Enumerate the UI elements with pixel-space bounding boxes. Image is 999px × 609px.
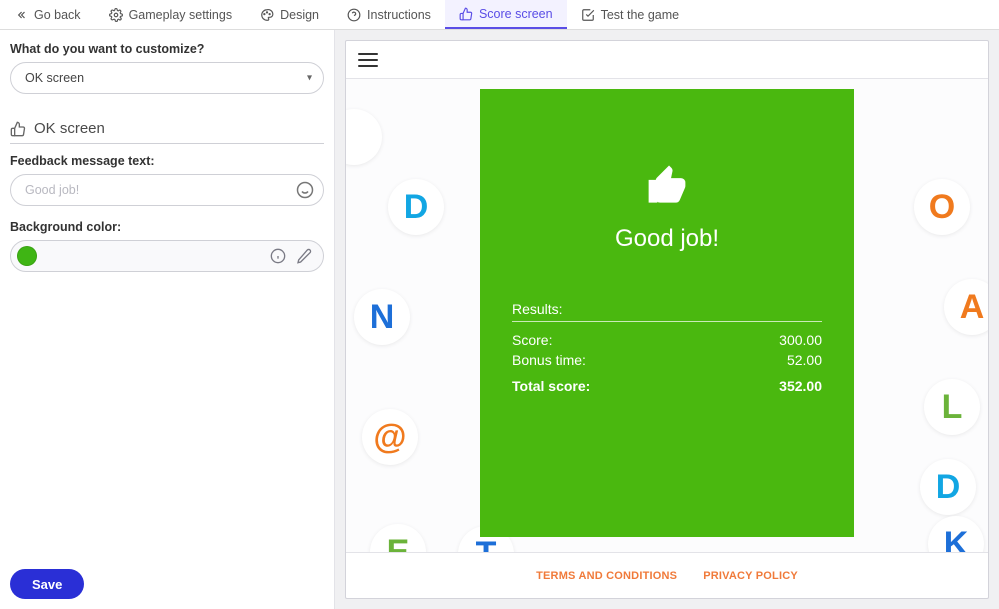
privacy-link[interactable]: PRIVACY POLICY	[703, 570, 798, 582]
tab-label: Go back	[34, 8, 81, 22]
tab-gameplay-settings[interactable]: Gameplay settings	[95, 0, 247, 29]
score-card: Good job! Results: Score: 300.00 Bonus t…	[480, 89, 854, 537]
feedback-label: Feedback message text:	[10, 154, 324, 168]
bg-color-picker[interactable]	[10, 240, 324, 272]
section-ok-screen: OK screen	[10, 120, 324, 144]
preview-footer: TERMS AND CONDITIONS PRIVACY POLICY	[346, 552, 988, 598]
letter-decor: L	[924, 379, 980, 435]
emoji-icon[interactable]	[296, 181, 314, 199]
tab-label: Test the game	[601, 8, 680, 22]
tab-label: Gameplay settings	[129, 8, 233, 22]
thumbsup-icon	[646, 165, 688, 207]
customize-label: What do you want to customize?	[10, 42, 324, 56]
bg-color-label: Background color:	[10, 220, 324, 234]
letter-decor: K	[928, 516, 984, 552]
tab-label: Instructions	[367, 8, 431, 22]
tab-label: Design	[280, 8, 319, 22]
result-row-score: Score: 300.00	[512, 332, 822, 348]
palette-icon	[260, 8, 274, 22]
tab-score-screen[interactable]: Score screen	[445, 0, 567, 29]
tab-label: Score screen	[479, 7, 553, 21]
preview-body: D N @ E T O A L D K Good job! Res	[346, 79, 988, 552]
letter-decor: E	[370, 524, 426, 552]
tab-instructions[interactable]: Instructions	[333, 0, 445, 29]
help-icon	[347, 8, 361, 22]
letter-decor: D	[388, 179, 444, 235]
result-row-total: Total score: 352.00	[512, 378, 822, 394]
color-swatch	[17, 246, 37, 266]
terms-link[interactable]: TERMS AND CONDITIONS	[536, 570, 677, 582]
customize-select[interactable]: OK screen	[10, 62, 324, 94]
tab-go-back[interactable]: Go back	[0, 0, 95, 29]
letter-decor: D	[920, 459, 976, 515]
feedback-message: Good job!	[512, 225, 822, 253]
letter-decor	[346, 109, 382, 165]
section-title: OK screen	[34, 120, 105, 137]
preview-frame: D N @ E T O A L D K Good job! Res	[345, 40, 989, 599]
feedback-input[interactable]	[10, 174, 324, 206]
settings-panel: What do you want to customize? OK screen…	[0, 30, 335, 609]
menu-icon[interactable]	[358, 53, 378, 67]
check-icon	[581, 8, 595, 22]
edit-icon[interactable]	[295, 247, 313, 265]
results-title: Results:	[512, 301, 822, 322]
letter-decor: N	[354, 289, 410, 345]
info-icon[interactable]	[269, 247, 287, 265]
letter-decor: A	[944, 279, 988, 335]
save-button[interactable]: Save	[10, 569, 84, 599]
letter-decor: @	[362, 409, 418, 465]
tab-design[interactable]: Design	[246, 0, 333, 29]
letter-decor: O	[914, 179, 970, 235]
gear-icon	[109, 8, 123, 22]
chevron-left-icon	[14, 8, 28, 22]
tab-test-game[interactable]: Test the game	[567, 0, 694, 29]
tab-bar: Go back Gameplay settings Design Instruc…	[0, 0, 999, 30]
result-row-bonus: Bonus time: 52.00	[512, 352, 822, 368]
thumbsup-icon	[459, 7, 473, 21]
